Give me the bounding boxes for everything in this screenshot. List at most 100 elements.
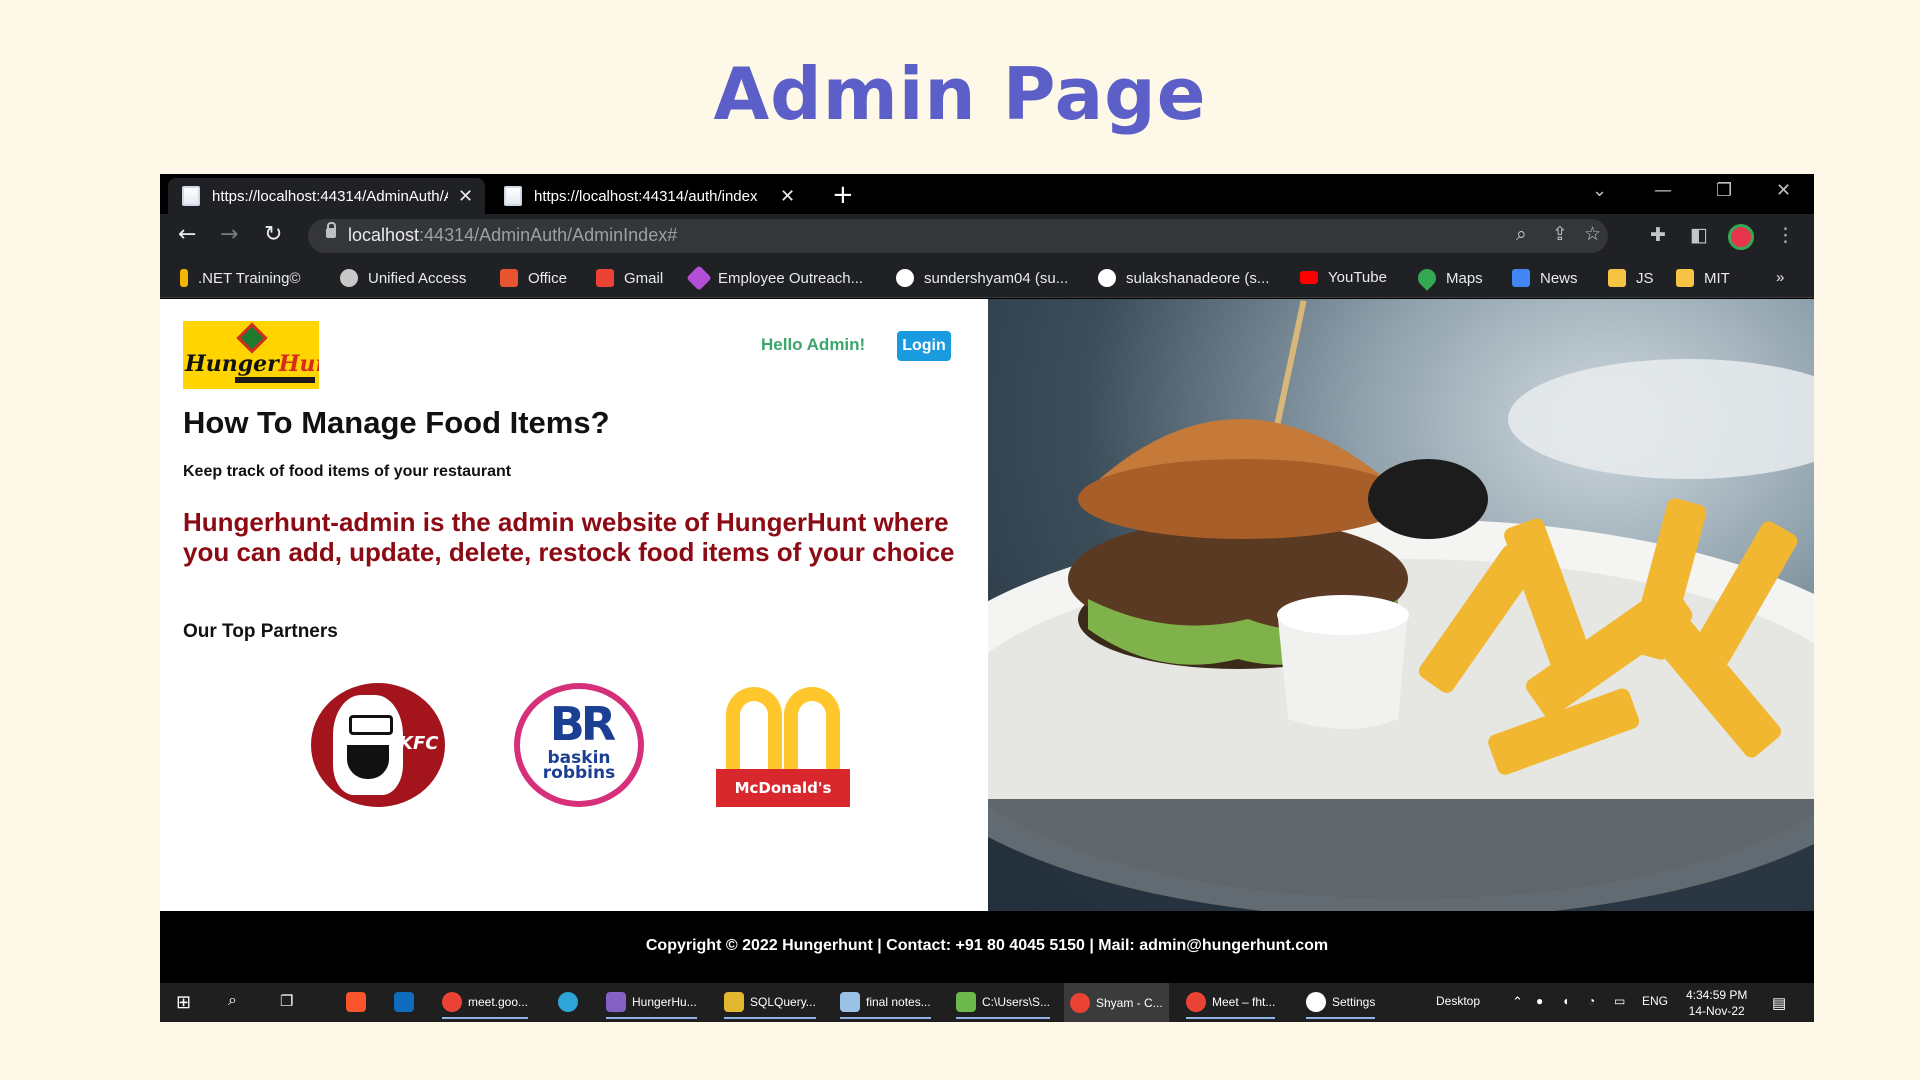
bookmark-star-icon[interactable]: ☆ <box>1584 223 1601 245</box>
bookmark-maps[interactable]: Maps <box>1414 265 1483 291</box>
taskbar-item-explorer[interactable]: C:\Users\S... <box>956 992 1051 1019</box>
page-footer: Copyright © 2022 Hungerhunt | Contact: +… <box>160 911 1814 983</box>
desktop-toolbar[interactable]: Desktop <box>1436 994 1480 1008</box>
bookmark-github-sundershyam[interactable]: sundershyam04 (su... <box>896 269 1068 287</box>
site-description: Hungerhunt-admin is the admin website of… <box>183 507 955 567</box>
notification-icon[interactable]: ▤ <box>1772 994 1786 1012</box>
chrome-icon <box>1186 992 1206 1012</box>
folder-icon <box>1676 269 1694 287</box>
taskbar-item-chrome-active[interactable]: Shyam - C... <box>1064 983 1169 1022</box>
tab-strip: https://localhost:44314/AdminAuth/AdminI… <box>160 174 1814 214</box>
brave-browser-icon[interactable] <box>346 992 372 1012</box>
tab-auth-index[interactable]: https://localhost:44314/auth/index ✕ <box>490 178 807 214</box>
page-heading: How To Manage Food Items? <box>183 405 610 440</box>
taskbar-item-meet-2[interactable]: Meet – fht... <box>1186 992 1276 1019</box>
content-pane: HungerHunt Hello Admin! Login How To Man… <box>160 299 988 911</box>
sql-icon <box>724 992 744 1012</box>
taskbar-item-notes[interactable]: final notes... <box>840 992 931 1019</box>
page-subheading: Keep track of food items of your restaur… <box>183 463 512 480</box>
bookmark-github-sulakshana[interactable]: sulakshanadeore (s... <box>1098 269 1269 287</box>
taskbar-item-sql[interactable]: SQLQuery... <box>724 992 816 1019</box>
burger-photo <box>988 299 1814 911</box>
globe-icon <box>340 269 358 287</box>
url-text: localhost:44314/AdminAuth/AdminIndex# <box>348 225 678 245</box>
terminal-icon <box>956 992 976 1012</box>
clock-date: 14-Nov-22 <box>1688 1004 1745 1018</box>
tab-search-icon[interactable]: ⌄ <box>1592 180 1607 201</box>
screenshot-frame: https://localhost:44314/AdminAuth/AdminI… <box>160 174 1814 1022</box>
edge-icon[interactable] <box>558 992 584 1012</box>
tab-title: https://localhost:44314/auth/index <box>534 187 758 205</box>
window-close-icon[interactable]: ✕ <box>1776 180 1791 201</box>
bookmark-dotnet[interactable]: .NET Training© <box>180 269 300 287</box>
taskbar-item-settings[interactable]: Settings <box>1306 992 1376 1019</box>
back-icon[interactable]: ← <box>178 222 196 247</box>
bookmark-gmail[interactable]: Gmail <box>596 269 663 287</box>
bookmark-unified-access[interactable]: Unified Access <box>340 269 466 287</box>
bookmark-youtube[interactable]: YouTube <box>1300 269 1387 286</box>
close-icon[interactable]: ✕ <box>458 186 473 207</box>
folder-icon <box>1608 269 1626 287</box>
taskbar-item-meet[interactable]: meet.goo... <box>442 992 529 1019</box>
logo-tagline-bar <box>235 377 315 383</box>
windows-start-icon[interactable]: ⊞ <box>176 992 191 1013</box>
bookmark-folder-mit[interactable]: MIT <box>1676 269 1730 287</box>
clock-time: 4:34:59 PM <box>1686 988 1748 1002</box>
outlook-icon[interactable] <box>394 992 420 1012</box>
logo-emblem <box>236 322 268 354</box>
forward-icon[interactable]: → <box>220 222 238 247</box>
page-icon <box>182 186 200 206</box>
bookmarks-overflow-icon[interactable]: » <box>1776 269 1784 286</box>
search-icon[interactable]: ⌕ <box>228 992 237 1010</box>
br-wordmark: baskin robbins <box>542 748 616 783</box>
colonel-icon <box>333 695 403 795</box>
language-indicator[interactable]: ENG <box>1642 994 1668 1008</box>
kfc-logo-text: KFC <box>399 733 439 754</box>
mcdonalds-logo-text: McDonald's <box>716 769 850 807</box>
tab-admin-index[interactable]: https://localhost:44314/AdminAuth/AdminI… <box>168 178 486 214</box>
github-icon <box>896 269 914 287</box>
volume-icon[interactable]: ◖ <box>1562 994 1569 1008</box>
close-icon[interactable]: ✕ <box>780 186 795 207</box>
notepad-icon <box>840 992 860 1012</box>
lock-icon <box>326 222 336 238</box>
reload-icon[interactable]: ↻ <box>264 222 282 247</box>
extensions-icon[interactable]: ✚ <box>1650 224 1666 246</box>
mcdonalds-logo: McDonald's <box>716 683 850 807</box>
bookmark-folder-js[interactable]: JS <box>1608 269 1654 287</box>
dotnet-icon <box>180 269 188 287</box>
news-icon <box>1512 269 1530 287</box>
chevron-up-icon[interactable]: ⌃ <box>1512 994 1523 1010</box>
system-clock[interactable]: 4:34:59 PM 14-Nov-22 <box>1686 987 1747 1019</box>
gear-icon <box>1306 992 1326 1012</box>
task-view-icon[interactable]: ❐ <box>280 992 293 1010</box>
login-button[interactable]: Login <box>897 331 951 361</box>
minimize-icon[interactable]: — <box>1654 180 1672 201</box>
tab-title: https://localhost:44314/AdminAuth/AdminI… <box>212 187 448 205</box>
copyright-text: Copyright © 2022 Hungerhunt | Contact: +… <box>645 937 1329 954</box>
chrome-icon <box>1070 992 1090 1013</box>
browser-toolbar: ← → ↻ localhost:44314/AdminAuth/AdminInd… <box>160 214 1814 258</box>
side-panel-icon[interactable]: ◧ <box>1690 224 1708 246</box>
wifi-icon[interactable]: ◔ <box>1588 994 1595 1008</box>
new-tab-icon[interactable]: + <box>832 180 854 210</box>
office-icon <box>500 269 518 287</box>
profile-avatar[interactable] <box>1728 224 1754 250</box>
menu-icon[interactable]: ⋮ <box>1776 224 1795 246</box>
bookmark-office[interactable]: Office <box>500 269 567 287</box>
microphone-icon[interactable]: ● <box>1536 994 1543 1008</box>
battery-icon[interactable]: ▭ <box>1614 994 1625 1008</box>
address-bar[interactable]: localhost:44314/AdminAuth/AdminIndex# ⌕ … <box>308 219 1608 253</box>
taskbar-item-visual-studio[interactable]: HungerHu... <box>606 992 697 1019</box>
hungerhunt-logo[interactable]: HungerHunt <box>183 321 319 389</box>
share-icon[interactable]: ⇪ <box>1552 223 1568 245</box>
restore-icon[interactable]: ❐ <box>1716 180 1732 201</box>
visual-studio-icon <box>606 992 626 1012</box>
page-icon <box>504 186 522 206</box>
windows-taskbar: ⊞ ⌕ ❐ meet.goo... HungerHu... SQLQuery..… <box>160 983 1814 1022</box>
github-icon <box>1098 269 1116 287</box>
bookmark-news[interactable]: News <box>1512 269 1578 287</box>
zoom-icon[interactable]: ⌕ <box>1516 223 1527 245</box>
br-monogram: BR <box>549 697 616 751</box>
bookmark-employee-outreach[interactable]: Employee Outreach... <box>686 265 863 291</box>
